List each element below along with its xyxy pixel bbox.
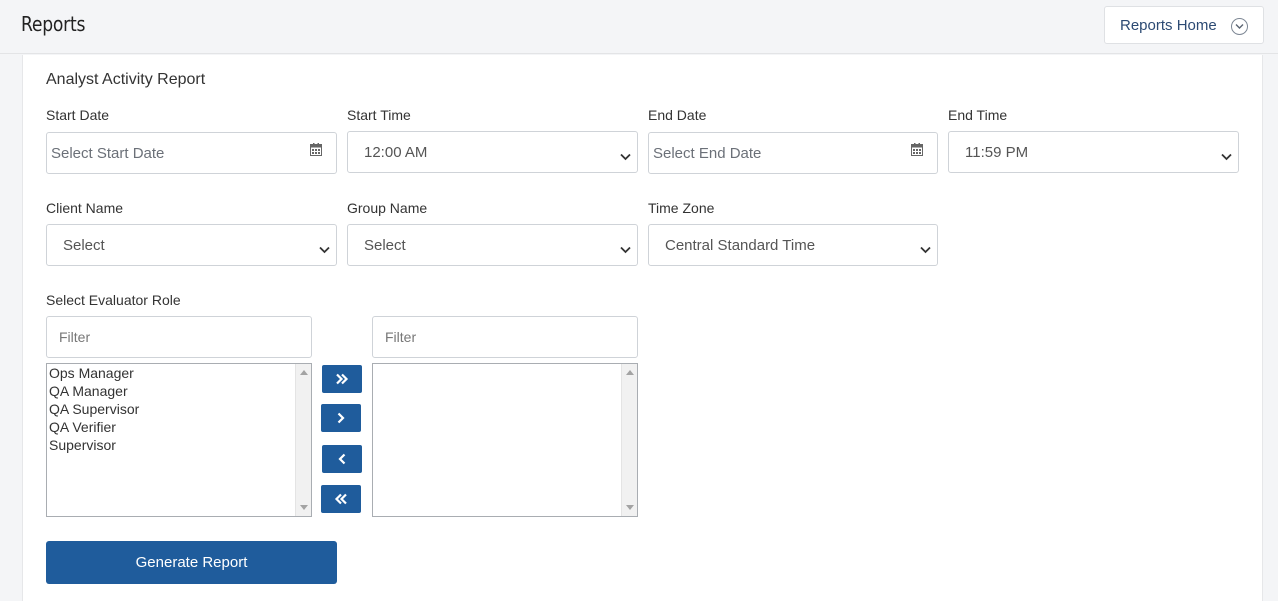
group-name-value: Select [364, 237, 406, 254]
available-filter-placeholder: Filter [59, 329, 91, 345]
chevron-right-icon [337, 412, 345, 424]
end-date-placeholder: Select End Date [653, 145, 762, 162]
page-header: Reports Reports Home [0, 0, 1278, 54]
client-name-select[interactable]: Select [46, 224, 337, 266]
list-item[interactable]: Supervisor [49, 436, 116, 454]
move-all-left-button[interactable] [321, 485, 361, 513]
client-name-value: Select [63, 237, 105, 254]
reports-home-label: Reports Home [1120, 17, 1217, 34]
available-filter-input[interactable]: Filter [46, 316, 312, 358]
end-time-label: End Time [948, 107, 1008, 123]
start-date-label: Start Date [46, 107, 110, 123]
end-date-label: End Date [648, 107, 707, 123]
page-title: Reports [21, 12, 86, 36]
chevron-down-icon [1221, 148, 1232, 165]
selected-filter-input[interactable]: Filter [372, 316, 638, 358]
scroll-down-icon[interactable] [626, 505, 634, 510]
list-item[interactable]: QA Supervisor [49, 400, 139, 418]
chevron-down-icon [319, 241, 330, 258]
selected-filter-placeholder: Filter [385, 329, 417, 345]
report-title: Analyst Activity Report [46, 71, 206, 88]
chevron-down-icon [920, 241, 931, 258]
reports-home-button[interactable]: Reports Home [1104, 6, 1264, 44]
scroll-up-icon[interactable] [300, 370, 308, 375]
group-name-select[interactable]: Select [347, 224, 638, 266]
evaluator-role-label: Select Evaluator Role [46, 292, 181, 308]
generate-report-button[interactable]: Generate Report [46, 541, 337, 584]
calendar-icon[interactable] [911, 143, 923, 160]
list-item[interactable]: Ops Manager [49, 364, 134, 382]
available-roles-list[interactable]: Ops Manager QA Manager QA Supervisor QA … [46, 363, 312, 517]
end-date-input[interactable]: Select End Date [648, 132, 938, 174]
end-time-select[interactable]: 11:59 PM [948, 131, 1239, 173]
start-date-input[interactable]: Select Start Date [46, 132, 337, 174]
time-zone-value: Central Standard Time [665, 237, 816, 254]
group-name-label: Group Name [347, 200, 428, 216]
time-zone-select[interactable]: Central Standard Time [648, 224, 938, 266]
list-item[interactable]: QA Verifier [49, 418, 116, 436]
chevron-down-icon [620, 241, 631, 258]
chevron-down-icon [620, 148, 631, 165]
start-date-placeholder: Select Start Date [51, 145, 165, 162]
scrollbar[interactable] [621, 364, 637, 516]
chevron-down-icon [1231, 18, 1248, 35]
scroll-down-icon[interactable] [300, 505, 308, 510]
start-time-value: 12:00 AM [364, 144, 428, 161]
double-chevron-right-icon [336, 373, 349, 385]
calendar-icon[interactable] [310, 143, 322, 160]
move-left-button[interactable] [322, 445, 362, 473]
start-time-label: Start Time [347, 107, 411, 123]
double-chevron-left-icon [334, 493, 347, 505]
end-time-value: 11:59 PM [965, 144, 1029, 161]
scrollbar[interactable] [295, 364, 311, 516]
chevron-left-icon [338, 453, 346, 465]
start-time-select[interactable]: 12:00 AM [347, 131, 638, 173]
move-right-button[interactable] [321, 404, 361, 432]
move-all-right-button[interactable] [322, 365, 362, 393]
time-zone-label: Time Zone [648, 200, 715, 216]
selected-roles-list[interactable] [372, 363, 638, 517]
list-item[interactable]: QA Manager [49, 382, 128, 400]
client-name-label: Client Name [46, 200, 124, 216]
scroll-up-icon[interactable] [626, 370, 634, 375]
